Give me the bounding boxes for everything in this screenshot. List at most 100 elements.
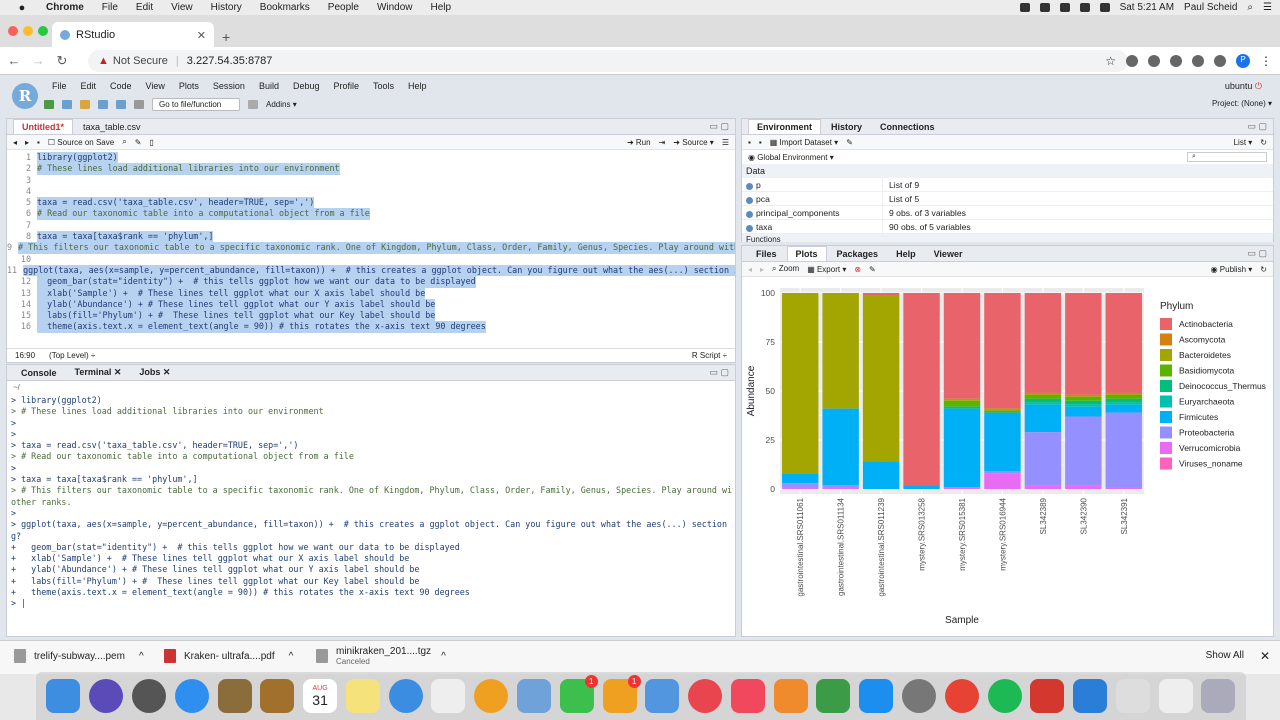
quicktime-icon[interactable] [1073, 679, 1108, 713]
forward-icon[interactable]: → [28, 53, 48, 68]
env-row[interactable]: taxa 90 obs. of 5 variables [742, 219, 1273, 234]
addins-menu[interactable]: Addins ▾ [266, 100, 297, 109]
browser-tab-rstudio[interactable]: RStudio ✕ [52, 22, 214, 48]
rmenu-build[interactable]: Build [259, 81, 279, 95]
back-icon[interactable]: ← [4, 53, 24, 68]
pane-minmax-icon[interactable]: ▭ ▢ [1247, 248, 1267, 259]
extension-icon[interactable] [1126, 54, 1138, 67]
display-icon[interactable] [1059, 3, 1070, 12]
rmenu-profile[interactable]: Profile [334, 81, 360, 95]
code-line[interactable]: 8 taxa = taxa[taxa$rank == 'phylum',] [7, 231, 735, 243]
env-row[interactable]: principal_components 9 obs. of 3 variable… [742, 205, 1273, 220]
rmenu-session[interactable]: Session [213, 81, 245, 95]
spotify-icon[interactable] [987, 679, 1022, 713]
menu-window[interactable]: Window [377, 2, 413, 13]
menu-edit[interactable]: Edit [136, 2, 153, 13]
chevron-up-icon[interactable]: ^ [441, 651, 446, 662]
rmenu-view[interactable]: View [146, 81, 165, 95]
code-line[interactable]: 15 labs(fill='Phylum') + # These lines t… [7, 310, 735, 322]
facetime-icon[interactable]: 1 [559, 675, 598, 713]
chevron-up-icon[interactable]: ^ [139, 651, 144, 662]
menu-help[interactable]: Help [431, 2, 452, 13]
wand-icon[interactable]: ✎ [135, 138, 142, 147]
pane-minmax-icon[interactable]: ▭ ▢ [709, 121, 729, 132]
rmenu-edit[interactable]: Edit [81, 81, 97, 95]
menu-user[interactable]: Paul Scheid [1184, 2, 1237, 13]
env-row[interactable]: p List of 9 [742, 177, 1273, 192]
prev-plot-icon[interactable]: ◂ [748, 265, 752, 274]
remove-plot-icon[interactable]: ⊗ [854, 265, 861, 274]
reminders-icon[interactable] [431, 679, 466, 713]
code-line[interactable]: 1 library(ggplot2) [7, 152, 735, 164]
next-plot-icon[interactable]: ▸ [760, 265, 764, 274]
extension-icon[interactable] [1192, 54, 1204, 67]
code-line[interactable]: 7 [7, 219, 735, 232]
tab-connections[interactable]: Connections [872, 120, 943, 134]
export-button[interactable]: ▦ Export ▾ [807, 265, 846, 274]
zoom-window-button[interactable] [38, 26, 48, 36]
find-icon[interactable]: ⌕ [122, 137, 126, 147]
bookmark-star-icon[interactable]: ☆ [1105, 54, 1116, 68]
search-icon[interactable]: ⌕ [1247, 2, 1253, 13]
new-tab-icon[interactable]: + [222, 29, 230, 45]
mail-icon[interactable] [217, 679, 252, 713]
save-icon[interactable] [98, 99, 108, 109]
code-line[interactable]: 9 # This filters our taxonomic table to a… [7, 242, 735, 254]
rmenu-file[interactable]: File [52, 81, 67, 95]
photos-icon[interactable] [474, 679, 509, 713]
keynote-icon[interactable] [645, 679, 680, 713]
load-workspace-icon[interactable]: ▪ [748, 138, 751, 147]
code-line[interactable]: 5 taxa = read.csv('taxa_table.csv', heade… [7, 197, 735, 209]
source-on-save-checkbox[interactable]: ☐ Source on Save [48, 138, 114, 147]
battery-icon[interactable] [1099, 3, 1110, 12]
code-line[interactable]: 2 # These lines load additional libraries… [7, 163, 735, 175]
minimize-window-button[interactable] [23, 26, 33, 36]
tab-files[interactable]: Files [748, 247, 785, 261]
download-item[interactable]: Kraken- ultrafa....pdf ^ [164, 649, 293, 663]
clear-plots-icon[interactable]: ✎ [869, 265, 876, 274]
environment-search-input[interactable]: ⌕ [1187, 152, 1267, 162]
project-menu[interactable]: Project: (None) ▾ [1212, 99, 1272, 108]
rstudio-user[interactable]: ubuntu ⏻ [1225, 81, 1262, 92]
power-icon[interactable]: ⏻ [1255, 81, 1262, 91]
warning-icon[interactable]: ▲ [98, 55, 109, 67]
forward-icon[interactable]: ▸ [25, 138, 29, 147]
download-item[interactable]: minikraken_201....tgz Canceled ^ [316, 646, 446, 666]
zoom-button[interactable]: ⌕ Zoom [772, 264, 799, 274]
new-file-icon[interactable] [44, 99, 54, 109]
scope-indicator[interactable]: (Top Level) ÷ [49, 351, 95, 360]
refresh-icon[interactable]: ↻ [1260, 138, 1267, 147]
tab-packages[interactable]: Packages [829, 247, 887, 261]
system-preferences-icon[interactable] [902, 679, 937, 713]
run-button[interactable]: ➜ Run [627, 138, 651, 147]
outline-icon[interactable]: ☰ [722, 138, 729, 147]
rmenu-code[interactable]: Code [110, 81, 132, 95]
menu-bookmarks[interactable]: Bookmarks [260, 2, 310, 13]
save-all-icon[interactable] [116, 99, 126, 109]
tab-help[interactable]: Help [888, 247, 924, 261]
cast-icon[interactable] [1214, 54, 1226, 67]
books-icon[interactable] [773, 679, 808, 713]
not-secure-label[interactable]: Not Secure [113, 55, 168, 67]
textedit-icon[interactable] [1115, 679, 1150, 713]
back-icon[interactable]: ◂ [13, 138, 17, 147]
code-line[interactable]: 14 ylab('Abundance') + # These lines tel… [7, 298, 735, 311]
tab-terminal[interactable]: Terminal ✕ [67, 365, 130, 380]
reload-icon[interactable]: ↻ [52, 53, 72, 69]
chevron-up-icon[interactable]: ^ [289, 651, 294, 662]
compile-icon[interactable]: ▯ [149, 138, 153, 147]
finder-icon[interactable] [46, 679, 81, 713]
chrome-icon[interactable] [944, 679, 979, 713]
code-line[interactable]: 12 geom_bar(stat="identity") + # this te… [7, 276, 735, 288]
list-icon[interactable]: ☰ [1263, 2, 1272, 13]
print-icon[interactable] [134, 99, 144, 109]
menu-view[interactable]: View [171, 2, 193, 13]
music-icon[interactable] [730, 679, 765, 713]
tab-viewer[interactable]: Viewer [926, 247, 971, 261]
rmenu-help[interactable]: Help [408, 81, 427, 95]
menu-clock[interactable]: Sat 5:21 AM [1120, 2, 1174, 13]
safari-icon[interactable] [174, 679, 209, 713]
tab-history[interactable]: History [823, 120, 870, 134]
chrome-menu-icon[interactable]: ⋮ [1260, 54, 1272, 68]
save-workspace-icon[interactable]: ▪ [759, 138, 762, 147]
